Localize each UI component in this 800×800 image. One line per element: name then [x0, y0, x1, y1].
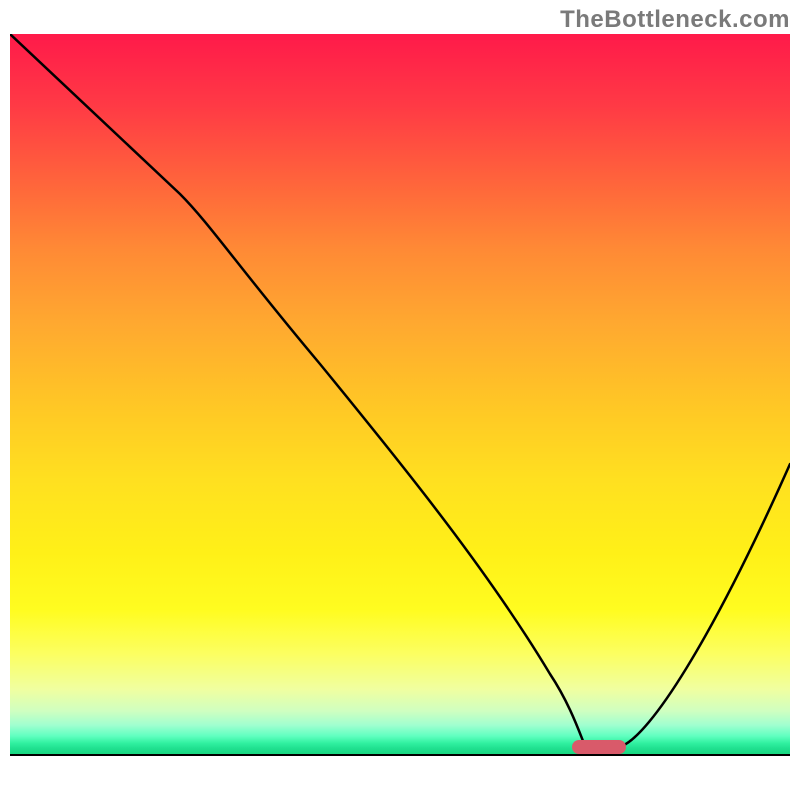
chart-container — [10, 34, 790, 790]
chart-background-gradient — [10, 34, 790, 754]
optimal-marker — [572, 740, 627, 754]
watermark-text: TheBottleneck.com — [560, 6, 790, 34]
chart-baseline — [10, 754, 790, 756]
